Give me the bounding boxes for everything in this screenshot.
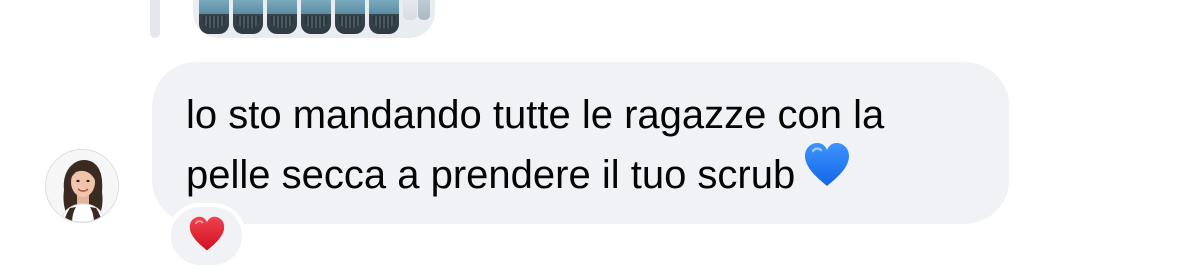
reply-bar: [150, 0, 160, 38]
image-attachment[interactable]: [193, 0, 435, 38]
reaction-badge[interactable]: [167, 203, 246, 269]
sender-avatar[interactable]: [45, 149, 119, 223]
product-jar-icon: [301, 0, 331, 34]
product-jar-icon: [267, 0, 297, 34]
product-jar-icon: [233, 0, 263, 34]
product-tube-icon: [403, 0, 417, 20]
message-text-line-1: lo sto mandando tutte le ragazze con la: [186, 93, 885, 137]
message-text-line-2: pelle secca a prendere il tuo scrub: [186, 142, 979, 209]
message-bubble[interactable]: lo sto mandando tutte le ragazze con la …: [152, 62, 1009, 224]
product-jar-icon: [199, 0, 229, 34]
product-jar-icon: [335, 0, 365, 34]
message-text-line-2-text: pelle secca a prendere il tuo scrub: [186, 153, 796, 197]
product-jar-icon: [369, 0, 399, 34]
avatar-icon: [46, 150, 118, 222]
blue-heart-icon: [803, 142, 851, 205]
red-heart-icon: [188, 216, 226, 257]
product-tube-icon: [418, 0, 430, 20]
